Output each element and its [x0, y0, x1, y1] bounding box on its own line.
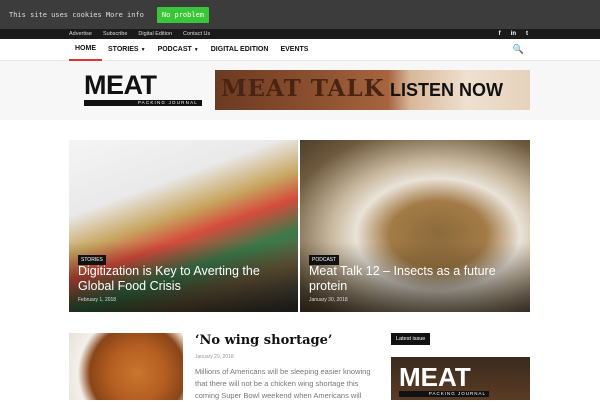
nav-home-label: HOME	[75, 45, 96, 52]
chevron-down-icon: ▼	[193, 47, 199, 53]
article-excerpt: Millions of Americans will be sleeping e…	[195, 367, 371, 400]
nav-podcast[interactable]: PODCAST ▼	[152, 39, 205, 61]
card-date: January 30, 2018	[309, 297, 348, 303]
topbar-link-advertise[interactable]: Advertise	[69, 31, 92, 37]
nav-events[interactable]: EVENTS	[274, 39, 314, 61]
banner-cta: LISTEN NOW	[390, 80, 503, 100]
article-thumbnail[interactable]	[69, 333, 183, 400]
meat-talk-banner[interactable]: MEAT TALK LISTEN NOW	[215, 70, 530, 110]
twitter-icon[interactable]: t	[526, 31, 528, 37]
cookie-bar: This site uses cookies More info No prob…	[0, 0, 600, 29]
issue-cover-sub: PACKING JOURNAL	[399, 391, 489, 397]
topbar-link-contact[interactable]: Contact Us	[183, 31, 210, 37]
topbar-link-subscribe[interactable]: Subscribe	[103, 31, 127, 37]
site-logo[interactable]: MEAT PACKING JOURNAL	[84, 72, 202, 108]
logo-word: MEAT	[84, 70, 157, 100]
card-date: February 1, 2018	[78, 297, 117, 303]
card-title[interactable]: Digitization is Key to Averting the Glob…	[78, 264, 290, 294]
main-nav: HOME STORIES ▼ PODCAST ▼ DIGITAL EDITION E…	[0, 39, 600, 61]
linkedin-icon[interactable]: in	[511, 31, 516, 37]
social-links: f in t	[499, 29, 528, 39]
banner-title: MEAT TALK	[221, 75, 385, 102]
nav-digital-edition-label: DIGITAL EDITION	[210, 46, 269, 53]
search-icon[interactable]: 🔍	[513, 44, 524, 55]
logo-sub: PACKING JOURNAL	[84, 100, 202, 106]
card-title[interactable]: Meat Talk 12 – Insects as a future prote…	[309, 264, 522, 294]
latest-issue-cover[interactable]: MEAT PACKING JOURNAL	[391, 357, 530, 400]
nav-digital-edition[interactable]: DIGITAL EDITION	[205, 39, 275, 61]
article-date: January 29, 2018	[195, 354, 234, 360]
article-title[interactable]: ‘No wing shortage’	[195, 333, 332, 348]
nav-home[interactable]: HOME	[69, 39, 102, 61]
featured-card-digitization[interactable]: STORIES Digitization is Key to Averting …	[69, 140, 298, 312]
nav-stories-label: STORIES	[108, 46, 139, 53]
nav-stories[interactable]: STORIES ▼	[102, 39, 152, 61]
cookie-message: This site uses cookies More info	[9, 10, 144, 19]
featured-card-meat-talk[interactable]: PODCAST Meat Talk 12 – Insects as a futu…	[300, 140, 530, 312]
issue-cover-word: MEAT	[399, 362, 471, 392]
chevron-down-icon: ▼	[140, 47, 146, 53]
nav-podcast-label: PODCAST	[157, 46, 192, 53]
latest-issue-heading: Latest issue	[391, 333, 431, 345]
nav-events-label: EVENTS	[280, 46, 309, 53]
topbar-link-digital-edition[interactable]: Digital Edition	[138, 31, 172, 37]
cookie-accept-button[interactable]: No problem	[156, 6, 210, 23]
top-bar: Advertise Subscribe Digital Edition Cont…	[0, 29, 600, 39]
facebook-icon[interactable]: f	[499, 31, 501, 37]
